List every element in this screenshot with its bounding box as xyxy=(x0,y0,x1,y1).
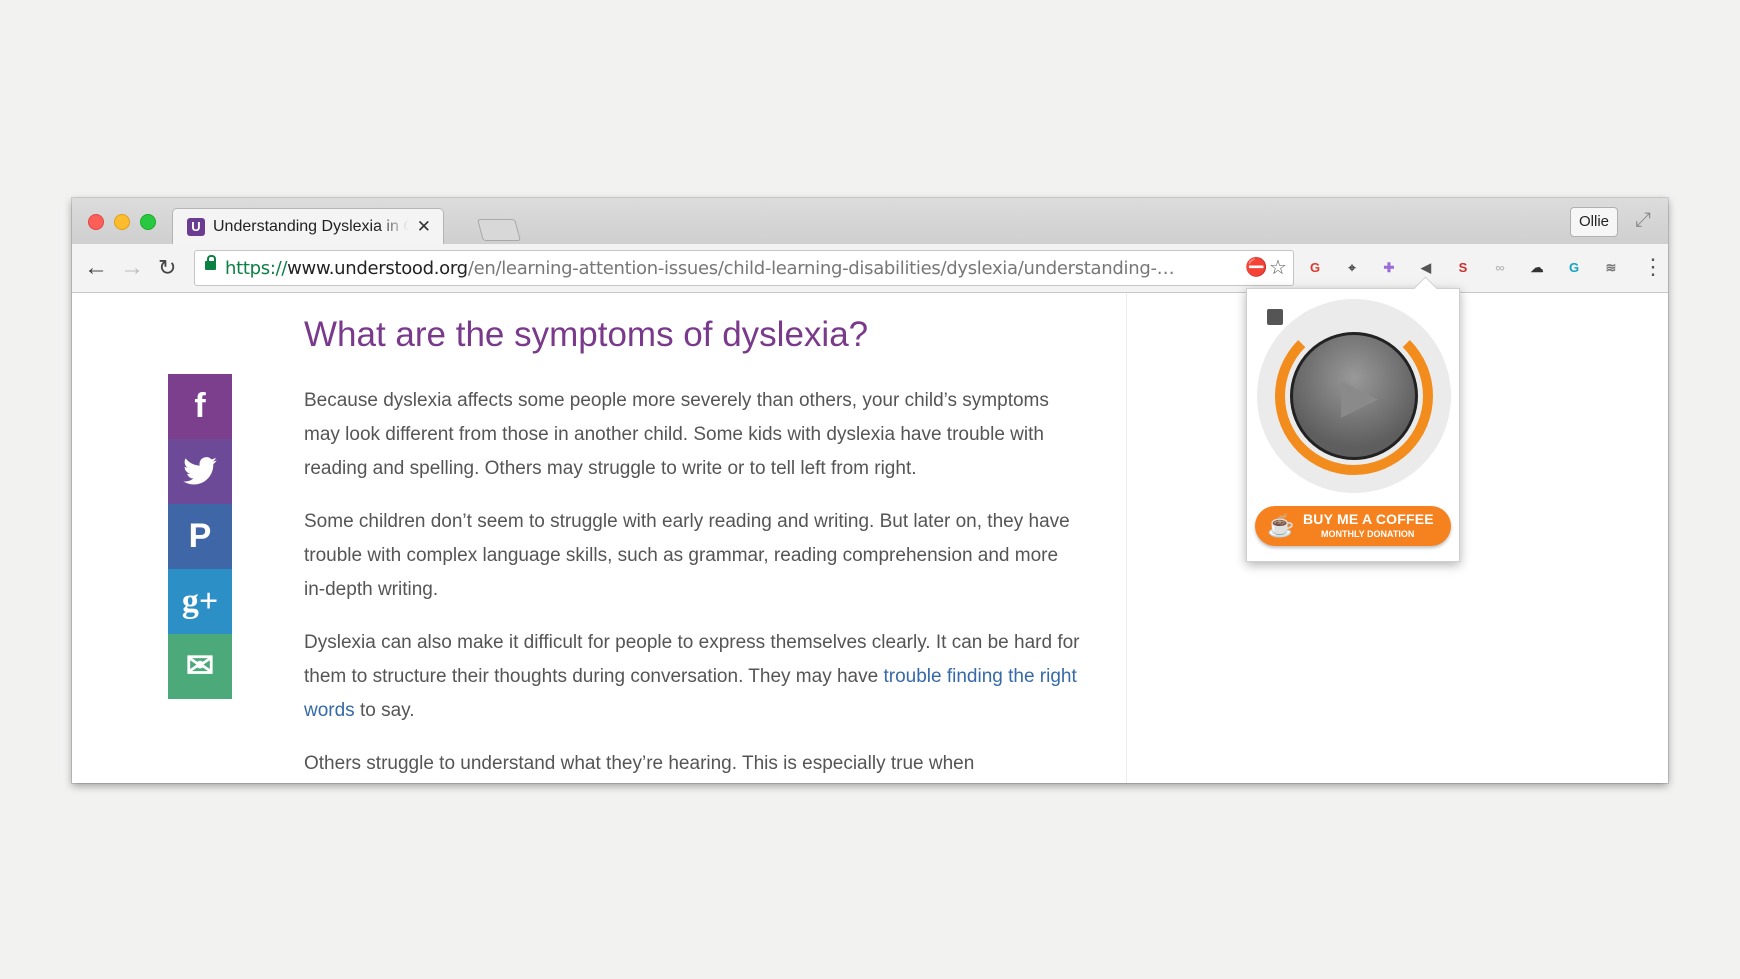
site-favicon-icon: U xyxy=(187,218,205,236)
reload-button[interactable]: ↻ xyxy=(158,255,176,281)
email-share-button[interactable]: ✉ xyxy=(168,634,232,699)
puzzle-extension-icon[interactable]: ✚ xyxy=(1378,257,1400,279)
profile-button[interactable]: Ollie xyxy=(1570,207,1618,237)
sidebar-divider xyxy=(1126,293,1127,783)
menu-icon[interactable]: ⋮ xyxy=(1642,254,1664,280)
fullscreen-icon[interactable]: ⤢ xyxy=(1635,209,1651,232)
minimize-window-button[interactable] xyxy=(114,214,130,230)
layers-extension-icon[interactable]: ≋ xyxy=(1600,257,1622,279)
paragraph: Others struggle to understand what they’… xyxy=(304,753,975,774)
tab-title: Understanding Dyslexia in Ch xyxy=(213,218,408,235)
cloud-extension-icon[interactable]: ☁ xyxy=(1526,257,1548,279)
speaker-extension-icon[interactable]: ◀ xyxy=(1415,257,1437,279)
forward-button[interactable]: → xyxy=(120,254,144,282)
s-extension-icon[interactable]: S xyxy=(1452,257,1474,279)
pinterest-share-button[interactable]: P xyxy=(168,504,232,569)
back-button[interactable]: ← xyxy=(84,254,108,282)
play-icon: ▶ xyxy=(1341,370,1378,423)
grammarly-extension-icon[interactable]: G xyxy=(1563,257,1585,279)
twitter-icon xyxy=(183,457,217,485)
paragraph: Dyslexia can also make it difficult for … xyxy=(304,632,1080,721)
stop-button[interactable] xyxy=(1267,309,1283,325)
coffee-cup-icon: ☕ xyxy=(1267,513,1295,538)
close-window-button[interactable] xyxy=(88,214,104,230)
player-dial: ▶ xyxy=(1257,299,1451,493)
tab-active[interactable]: U Understanding Dyslexia in Ch ✕ xyxy=(172,208,444,245)
close-tab-icon[interactable]: ✕ xyxy=(417,217,431,237)
paragraph: Because dyslexia affects some people mor… xyxy=(304,390,1049,479)
red-extension-icon[interactable]: G xyxy=(1304,257,1326,279)
tab-bar: U Understanding Dyslexia in Ch ✕ Ollie ⤢ xyxy=(72,198,1668,245)
page-title: What are the symptoms of dyslexia? xyxy=(304,315,869,354)
play-button[interactable]: ▶ xyxy=(1290,332,1418,460)
lock-icon xyxy=(205,255,216,270)
twitter-share-button[interactable] xyxy=(168,439,232,504)
buy-me-a-coffee-button[interactable]: ☕ BUY ME A COFFEE MONTHLY DONATION xyxy=(1255,506,1451,546)
link-extension-icon[interactable]: ∞ xyxy=(1489,257,1511,279)
address-bar[interactable]: https://www.understood.org/en/learning-a… xyxy=(194,250,1294,286)
bookmark-star-icon[interactable]: ☆ xyxy=(1269,255,1287,280)
zoom-window-button[interactable] xyxy=(140,214,156,230)
googleplus-share-button[interactable]: g+ xyxy=(168,569,232,634)
new-tab-button[interactable] xyxy=(477,219,521,241)
paragraph: Some children don’t seem to struggle wit… xyxy=(304,511,1070,600)
facebook-share-button[interactable]: f xyxy=(168,374,232,439)
target-extension-icon[interactable]: ⌖ xyxy=(1341,257,1363,279)
audio-player-popup: ▶ ☕ BUY ME A COFFEE MONTHLY DONATION xyxy=(1246,288,1460,562)
url-text: https://www.understood.org/en/learning-a… xyxy=(225,258,1175,279)
block-icon[interactable]: ⛔ xyxy=(1245,257,1267,278)
